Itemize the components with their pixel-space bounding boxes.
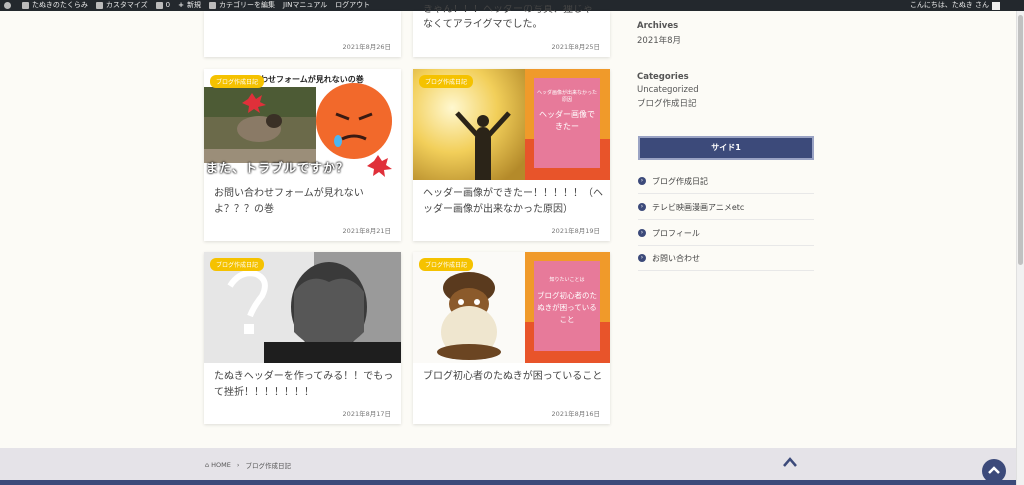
account-menu[interactable]: こんにちは、たぬき さん [910, 0, 1000, 11]
back-to-top-button[interactable] [982, 459, 1006, 483]
thumb-caption: また、トラブルですか？ [206, 161, 350, 175]
archives-heading: Archives [637, 21, 679, 31]
chevron-right-icon: › [638, 177, 646, 185]
breadcrumb-home-link[interactable]: HOME [211, 461, 231, 469]
plus-icon: + [178, 1, 185, 9]
thumb-pink-title: ブログ初心者のたぬきが困っていること [537, 291, 597, 324]
category-badge[interactable]: ブログ作成日記 [210, 75, 265, 88]
new-content-link[interactable]: + 新規 [178, 0, 201, 11]
category-link-uncategorized[interactable]: Uncategorized [637, 85, 699, 95]
edit-category-link[interactable]: カテゴリーを編集 [209, 0, 275, 11]
breadcrumb: ⌂ HOME › ブログ作成日記 [205, 460, 291, 470]
chevron-up-icon[interactable] [782, 456, 798, 468]
thumb-pink-small: 知りたいことは [549, 277, 585, 283]
post-date: 2021年8月19日 [551, 227, 600, 235]
jin-manual-link[interactable]: JINマニュアル [283, 0, 327, 11]
avatar [992, 1, 1000, 10]
post-title[interactable]: たぬきヘッダーを作ってみる！！でもって挫折！！！！！！！ [214, 369, 394, 401]
breadcrumb-current: ブログ作成日記 [245, 462, 291, 470]
post-date: 2021年8月17日 [342, 410, 391, 418]
archives-item[interactable]: 2021年8月 [637, 34, 681, 46]
side-menu-item-contact[interactable]: › お問い合わせ [638, 246, 814, 271]
category-badge[interactable]: ブログ作成日記 [419, 258, 474, 271]
category-badge[interactable]: ブログ作成日記 [419, 75, 474, 88]
post-date: 2021年8月16日 [551, 410, 600, 418]
scrollbar[interactable] [1016, 11, 1024, 485]
categories-heading: Categories [637, 72, 689, 82]
comment-icon [155, 2, 163, 9]
post-card-3[interactable]: ブログ作成日記 たぬきヘッダーを作ってみる！！でもって挫折！！！！！！！ 202… [204, 252, 401, 424]
category-badge[interactable]: ブログ作成日記 [210, 258, 265, 271]
post-card-partial-1[interactable]: 2021年8月26日 [204, 11, 401, 57]
post-date: 2021年8月26日 [342, 43, 391, 51]
thumb-pink-title: ヘッダー画像できたー [539, 110, 595, 131]
logout-link[interactable]: ログアウト [335, 0, 370, 11]
post-title[interactable]: ヘッダー画像ができたー！！！！！（ヘッダー画像が出来なかった原因） [423, 186, 603, 218]
customize-link[interactable]: カスタマイズ [95, 0, 148, 11]
site-name-link[interactable]: たぬきのたくらみ [22, 0, 88, 11]
footer: ⌂ HOME › ブログ作成日記 [0, 448, 1016, 485]
post-card-4[interactable]: 知りたいことは ブログ初心者のたぬきが困っていること ブログ作成日記 ブログ初心… [413, 252, 610, 424]
chevron-right-icon: › [638, 203, 646, 211]
thumb-pink-small: ヘッダ画像が出来なかった原因 [537, 90, 598, 103]
comments-link[interactable]: 0 [155, 0, 170, 11]
brush-icon [95, 2, 103, 9]
post-card-2[interactable]: ヘッダ画像が出来なかった原因 ヘッダー画像できたー ブログ作成日記 ヘッダー画像… [413, 69, 610, 241]
thumb-top-text: わせフォームが見れないの巻 [260, 75, 364, 84]
side-menu-item-blog-diary[interactable]: › ブログ作成日記 [638, 169, 814, 194]
post-title[interactable]: お問い合わせフォームが見れないよ？？？の巻 [214, 186, 394, 218]
chevron-right-icon: › [638, 229, 646, 237]
side-menu-item-profile[interactable]: › プロフィール [638, 221, 814, 246]
scrollbar-thumb[interactable] [1018, 15, 1023, 265]
arrow-up-icon [988, 466, 1000, 474]
pencil-icon [209, 2, 217, 9]
home-icon [22, 2, 29, 9]
post-card-1[interactable]: わせフォームが見れないの巻 また、トラブルですか？ ブログ作成日記 お問い合わせ… [204, 69, 401, 241]
side-banner[interactable]: サイド1 [638, 136, 814, 160]
footer-strip [0, 480, 1016, 485]
side-menu-item-tv-movies[interactable]: › テレビ映画漫画アニメetc [638, 195, 814, 220]
wordpress-logo-icon[interactable] [4, 2, 14, 9]
post-card-partial-2[interactable]: きゃん！！！ヘッダーの写真、狸じゃ なくてアライグマでした。 2021年8月25… [413, 5, 610, 57]
chevron-right-icon: › [236, 461, 240, 469]
post-date: 2021年8月25日 [551, 43, 600, 51]
chevron-right-icon: › [638, 254, 646, 262]
post-title: きゃん！！！ヘッダーの写真、狸じゃ なくてアライグマでした。 [423, 5, 593, 30]
category-link-blog-diary[interactable]: ブログ作成日記 [637, 97, 697, 109]
home-icon: ⌂ [205, 461, 210, 469]
post-date: 2021年8月21日 [342, 227, 391, 235]
post-title[interactable]: ブログ初心者のたぬきが困っていること [423, 369, 603, 385]
